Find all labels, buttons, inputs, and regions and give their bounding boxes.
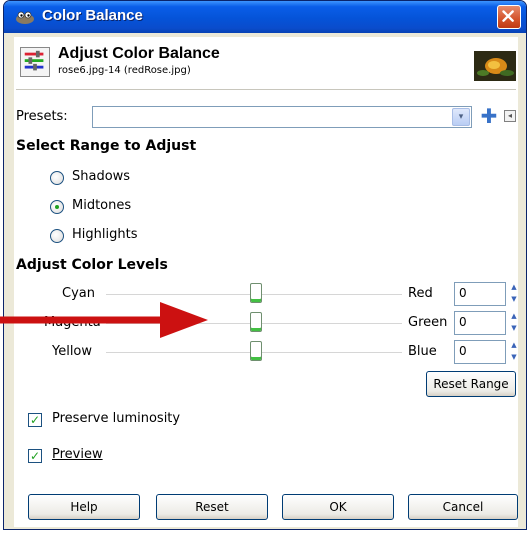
shadows-radio[interactable] (50, 171, 64, 185)
magenta-green-slider-handle[interactable] (250, 312, 262, 332)
dialog-header: Adjust Color Balance rose6.jpg-14 (redRo… (14, 45, 518, 87)
preserve-luminosity-label[interactable]: Preserve luminosity (52, 411, 180, 426)
reset-button[interactable]: Reset (156, 494, 268, 520)
spin-down-icon[interactable]: ▼ (508, 352, 520, 363)
magenta-label: Magenta (44, 315, 101, 330)
header-title: Adjust Color Balance (58, 45, 220, 62)
green-label: Green (408, 315, 448, 330)
title-bar[interactable]: Color Balance (4, 1, 526, 33)
ok-button[interactable]: OK (282, 494, 394, 520)
preset-menu-icon[interactable]: ◂ (504, 110, 516, 122)
image-thumbnail (474, 51, 516, 81)
yellow-blue-slider-handle[interactable] (250, 341, 262, 361)
presets-combo[interactable]: ▾ (92, 106, 472, 128)
yellow-label: Yellow (52, 344, 93, 359)
presets-label: Presets: (16, 109, 68, 124)
spin-up-icon[interactable]: ▲ (508, 340, 520, 351)
spin-up-icon[interactable]: ▲ (508, 282, 520, 293)
range-heading: Select Range to Adjust (16, 138, 197, 154)
help-button[interactable]: Help (28, 494, 140, 520)
highlights-radio[interactable] (50, 229, 64, 243)
levels-heading: Adjust Color Levels (16, 257, 168, 273)
midtones-label[interactable]: Midtones (72, 198, 131, 213)
cyan-red-spinbox[interactable]: 0 ▲ ▼ (454, 282, 526, 306)
cyan-red-slider-handle[interactable] (250, 283, 262, 303)
shadows-label[interactable]: Shadows (72, 169, 130, 184)
close-button[interactable] (497, 5, 521, 29)
red-label: Red (408, 286, 433, 301)
magenta-green-spinbox[interactable]: 0 ▲ ▼ (454, 311, 526, 335)
spin-down-icon[interactable]: ▼ (508, 323, 520, 334)
header-separator (16, 89, 516, 90)
magenta-green-value[interactable]: 0 (454, 311, 506, 335)
midtones-radio[interactable] (50, 200, 64, 214)
close-icon (502, 10, 514, 22)
yellow-blue-spinbox[interactable]: 0 ▲ ▼ (454, 340, 526, 364)
dialog-body: Adjust Color Balance rose6.jpg-14 (redRo… (14, 37, 518, 527)
spin-up-icon[interactable]: ▲ (508, 311, 520, 322)
cancel-button[interactable]: Cancel (408, 494, 518, 520)
gimp-icon (16, 11, 34, 24)
cyan-red-value[interactable]: 0 (454, 282, 506, 306)
preserve-luminosity-checkbox[interactable]: ✓ (28, 413, 42, 427)
cyan-label: Cyan (62, 286, 95, 301)
reset-range-button[interactable]: Reset Range (426, 371, 516, 397)
spin-down-icon[interactable]: ▼ (508, 294, 520, 305)
preview-checkbox[interactable]: ✓ (28, 449, 42, 463)
window-title: Color Balance (42, 7, 143, 24)
color-balance-tool-icon (20, 47, 50, 77)
image-name: rose6.jpg-14 (redRose.jpg) (58, 65, 191, 76)
preview-label[interactable]: Preview (52, 447, 103, 462)
highlights-label[interactable]: Highlights (72, 227, 137, 242)
yellow-blue-value[interactable]: 0 (454, 340, 506, 364)
chevron-down-icon[interactable]: ▾ (452, 108, 470, 126)
add-preset-icon[interactable]: ✚ (480, 106, 498, 126)
color-balance-dialog: Color Balance Adjust Color Balance rose6… (3, 0, 527, 530)
blue-label: Blue (408, 344, 437, 359)
